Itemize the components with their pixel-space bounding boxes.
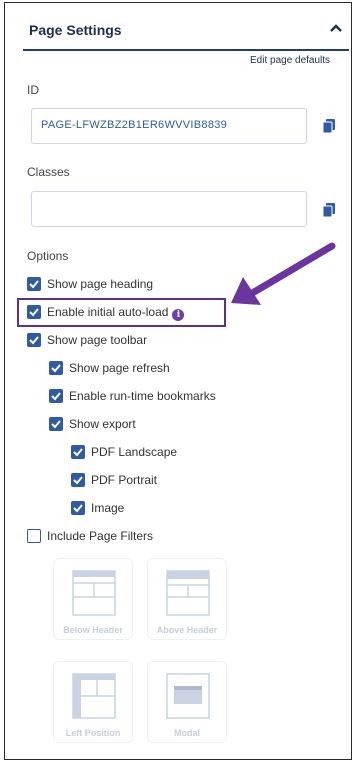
check-icon <box>73 476 83 485</box>
checkbox[interactable] <box>27 529 41 543</box>
tile-label: Above Header <box>156 625 218 635</box>
checkbox[interactable] <box>27 277 41 291</box>
id-value: PAGE-LFWZBZ2B1ER6WVVIB8839 <box>41 119 228 131</box>
id-field[interactable]: PAGE-LFWZBZ2B1ER6WVVIB8839 <box>31 108 307 144</box>
check-icon <box>51 364 61 373</box>
option-label: PDF Portrait <box>91 473 158 487</box>
filter-position-above-header[interactable]: Above Header <box>147 558 227 640</box>
option-label: Show export <box>69 417 136 431</box>
checkbox[interactable] <box>71 501 85 515</box>
check-icon <box>73 504 83 513</box>
option-label: Show page toolbar <box>47 333 148 347</box>
id-label: ID <box>27 83 39 97</box>
filter-position-below-header[interactable]: Below Header <box>53 558 133 640</box>
filter-position-left-position[interactable]: Left Position <box>53 661 133 743</box>
option-label: PDF Landscape <box>91 445 178 459</box>
panel-header[interactable]: Page Settings <box>23 13 349 51</box>
check-icon <box>29 336 39 345</box>
copy-classes-icon[interactable] <box>323 203 335 217</box>
settings-panel: Page Settings Edit page defaults ID PAGE… <box>4 2 352 760</box>
above-header-layout-icon <box>166 570 210 616</box>
option-label: Show page heading <box>47 277 154 291</box>
check-icon <box>29 280 39 289</box>
options-label: Options <box>27 249 69 263</box>
checkbox[interactable] <box>49 361 63 375</box>
below-header-layout-icon <box>72 570 116 616</box>
checkbox[interactable] <box>27 333 41 347</box>
annotation-arrow-icon <box>231 242 336 305</box>
option-label: Show page refresh <box>69 361 170 375</box>
check-icon <box>51 392 61 401</box>
option-label: Include Page Filters <box>47 529 154 543</box>
filter-position-modal[interactable]: Modal <box>147 661 227 743</box>
edit-page-defaults-link[interactable]: Edit page defaults <box>250 55 330 66</box>
option-label: Enable run-time bookmarks <box>69 389 216 403</box>
option-label: Image <box>91 501 125 515</box>
copy-id-icon[interactable] <box>323 119 335 133</box>
modal-layout-icon <box>166 673 210 719</box>
tile-label: Below Header <box>63 625 123 635</box>
checkbox[interactable] <box>49 389 63 403</box>
classes-label: Classes <box>27 165 70 179</box>
check-icon <box>51 420 61 429</box>
tile-label: Left Position <box>65 728 121 738</box>
panel-title: Page Settings <box>29 22 122 38</box>
classes-field[interactable] <box>31 191 307 227</box>
left-position-layout-icon <box>72 673 116 719</box>
checkbox[interactable] <box>71 473 85 487</box>
checkbox[interactable] <box>71 445 85 459</box>
checkbox[interactable] <box>49 417 63 431</box>
annotation-highlight-box <box>17 298 226 327</box>
check-icon <box>73 448 83 457</box>
tile-label: Modal <box>174 728 200 738</box>
chevron-up-icon[interactable] <box>329 23 343 33</box>
